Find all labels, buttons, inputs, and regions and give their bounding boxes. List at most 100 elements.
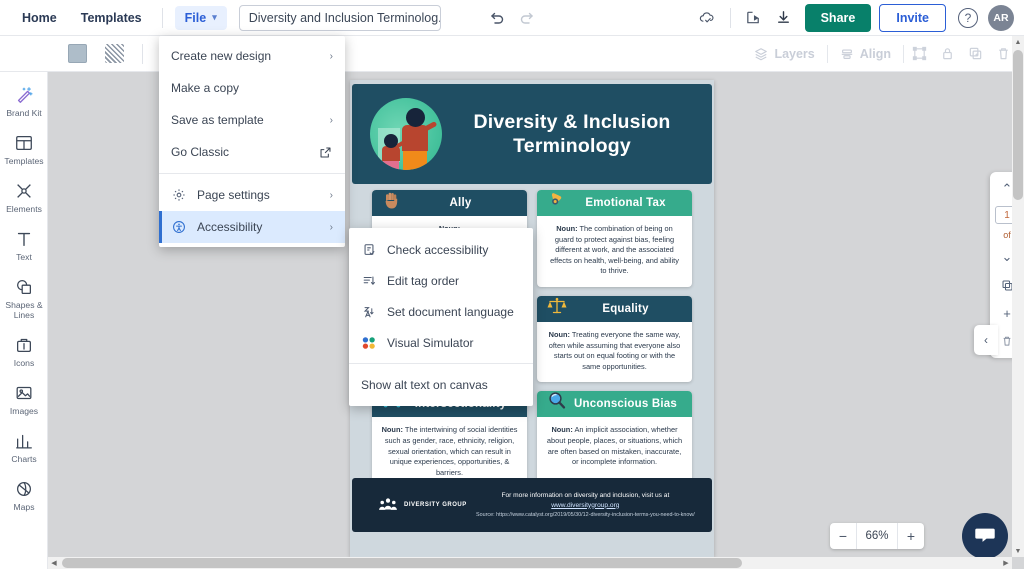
divider (161, 7, 163, 28)
help-icon[interactable]: ? (958, 7, 978, 28)
menu-item-label: Accessibility (197, 220, 263, 234)
sidebar-item-templates[interactable]: Templates (0, 132, 48, 166)
zoom-level[interactable]: 66% (856, 523, 898, 549)
layers-label: Layers (774, 46, 815, 61)
submenu-item-check-accessibility[interactable]: Check accessibility (349, 234, 533, 265)
duplicate-icon[interactable] (962, 41, 988, 67)
menu-item-save-as-template[interactable]: Save as template › (159, 104, 345, 136)
chevron-right-icon: › (329, 221, 333, 233)
sidebar-item-images[interactable]: Images (0, 382, 48, 416)
submenu-item-label: Set document language (387, 304, 514, 319)
charts-icon (14, 430, 34, 452)
scroll-down-arrow[interactable]: ▼ (1012, 545, 1024, 557)
menu-item-label: Go Classic (171, 145, 230, 159)
submenu-item-label: Visual Simulator (387, 335, 474, 350)
external-link-icon (317, 146, 333, 159)
sidebar-item-label: Images (9, 406, 39, 416)
submenu-item-label: Check accessibility (387, 242, 489, 257)
sidebar-item-charts[interactable]: Charts (0, 430, 48, 464)
menu-item-accessibility[interactable]: Accessibility › (159, 211, 345, 243)
group-icon[interactable] (906, 41, 932, 67)
lock-icon[interactable] (934, 41, 960, 67)
horizontal-scrollbar[interactable]: ◀ ▶ (48, 557, 1012, 569)
chevron-right-icon: › (329, 189, 333, 201)
undo-icon[interactable] (482, 3, 512, 33)
menu-item-page-settings[interactable]: Page settings › (159, 179, 345, 211)
submenu-item-label: Show alt text on canvas (361, 377, 488, 392)
sidebar-item-shapes-lines[interactable]: Shapes & Lines (0, 276, 48, 320)
elements-icon (14, 180, 34, 202)
shapes-icon (14, 276, 34, 298)
submenu-item-edit-tag-order[interactable]: Edit tag order (349, 265, 533, 296)
horizontal-scroll-thumb[interactable] (62, 558, 742, 568)
nav-home[interactable]: Home (10, 0, 69, 36)
cloud-saved-icon[interactable] (692, 3, 722, 33)
vertical-scroll-thumb[interactable] (1013, 50, 1023, 200)
scroll-right-arrow[interactable]: ▶ (1000, 557, 1012, 569)
align-button[interactable]: Align (830, 47, 901, 61)
menu-item-go-classic[interactable]: Go Classic (159, 136, 345, 168)
chat-bubble-icon[interactable] (962, 513, 1008, 559)
card-definition-text: The intertwining of social identities su… (384, 425, 518, 477)
zoom-in-button[interactable]: + (898, 523, 924, 549)
file-menu-button[interactable]: File ▾ (174, 5, 227, 30)
menu-item-create-new-design[interactable]: Create new design › (159, 40, 345, 72)
card-definition: Noun: Treating everyone the same way, of… (537, 322, 692, 382)
share-button[interactable]: Share (804, 3, 872, 32)
document-title-input[interactable]: Diversity and Inclusion Terminolog... (238, 4, 441, 31)
vertical-scrollbar[interactable]: ▲ ▼ (1012, 36, 1024, 557)
sidebar-item-label: Shapes & Lines (5, 300, 43, 320)
term-card-equality[interactable]: Equality Noun: Treating everyone the sam… (537, 295, 692, 383)
divider (142, 43, 143, 64)
card-pos: Noun: (551, 425, 573, 435)
sidebar-item-elements[interactable]: Elements (0, 180, 48, 214)
sidebar-item-label: Text (16, 252, 32, 262)
pattern-swatch[interactable] (105, 44, 124, 63)
sidebar-item-brand-kit[interactable]: Brand Kit (0, 84, 48, 118)
sidebar-item-label: Charts (11, 454, 37, 464)
menu-item-label: Page settings (197, 188, 270, 202)
menu-item-make-a-copy[interactable]: Make a copy (159, 72, 345, 104)
gear-icon (171, 188, 187, 202)
zoom-control: − 66% + (830, 523, 924, 549)
submenu-item-label: Edit tag order (387, 273, 460, 288)
scales-icon (542, 296, 572, 321)
accessibility-icon (171, 220, 187, 234)
scroll-up-arrow[interactable]: ▲ (1012, 36, 1024, 48)
redo-icon[interactable] (512, 3, 542, 33)
download-icon[interactable] (769, 3, 799, 33)
submenu-item-show-alt-text[interactable]: Show alt text on canvas (349, 369, 533, 400)
menu-item-label: Make a copy (171, 81, 240, 95)
top-bar-actions: Share Invite ? AR (482, 3, 1024, 33)
zoom-out-button[interactable]: − (830, 523, 856, 549)
submenu-item-visual-simulator[interactable]: Visual Simulator (349, 327, 533, 358)
collapse-panel-button[interactable]: ‹ (974, 325, 998, 355)
scroll-left-arrow[interactable]: ◀ (48, 557, 60, 569)
tag-order-icon (361, 274, 377, 288)
card-pos: Noun: (381, 425, 403, 435)
accessibility-submenu: Check accessibility Edit tag order Set d… (349, 228, 533, 406)
top-navigation-bar: Home Templates File ▾ Diversity and Incl… (0, 0, 1024, 36)
avatar[interactable]: AR (988, 4, 1014, 31)
submenu-item-set-document-language[interactable]: Set document language (349, 296, 533, 327)
sidebar-item-icons[interactable]: Icons (0, 334, 48, 368)
language-icon (361, 305, 377, 319)
term-card-emotional-tax[interactable]: Emotional Tax Noun: The combination of b… (537, 190, 692, 287)
infographic-footer[interactable]: DIVERSITY GROUP For more information on … (352, 478, 712, 532)
layers-button[interactable]: Layers (744, 47, 824, 61)
invite-button[interactable]: Invite (879, 3, 946, 32)
raised-hand-icon (377, 190, 407, 215)
sidebar-item-maps[interactable]: Maps (0, 478, 48, 512)
nav-templates[interactable]: Templates (69, 0, 154, 36)
present-icon[interactable] (739, 3, 769, 33)
fill-color-swatch[interactable] (68, 44, 87, 63)
divider (903, 44, 904, 63)
file-dropdown-menu: Create new design › Make a copy Save as … (159, 36, 345, 247)
footer-link[interactable]: www.diversitygroup.org (551, 502, 619, 509)
sidebar-item-label: Brand Kit (6, 108, 42, 118)
sidebar-item-text[interactable]: Text (0, 228, 48, 262)
term-card-unconscious-bias[interactable]: Unconscious Bias Noun: An implicit assoc… (537, 391, 692, 489)
sidebar-item-label: Icons (13, 358, 35, 368)
footer-text: For more information on diversity and in… (467, 491, 712, 520)
infographic-header[interactable]: Diversity & Inclusion Terminology (352, 84, 712, 184)
